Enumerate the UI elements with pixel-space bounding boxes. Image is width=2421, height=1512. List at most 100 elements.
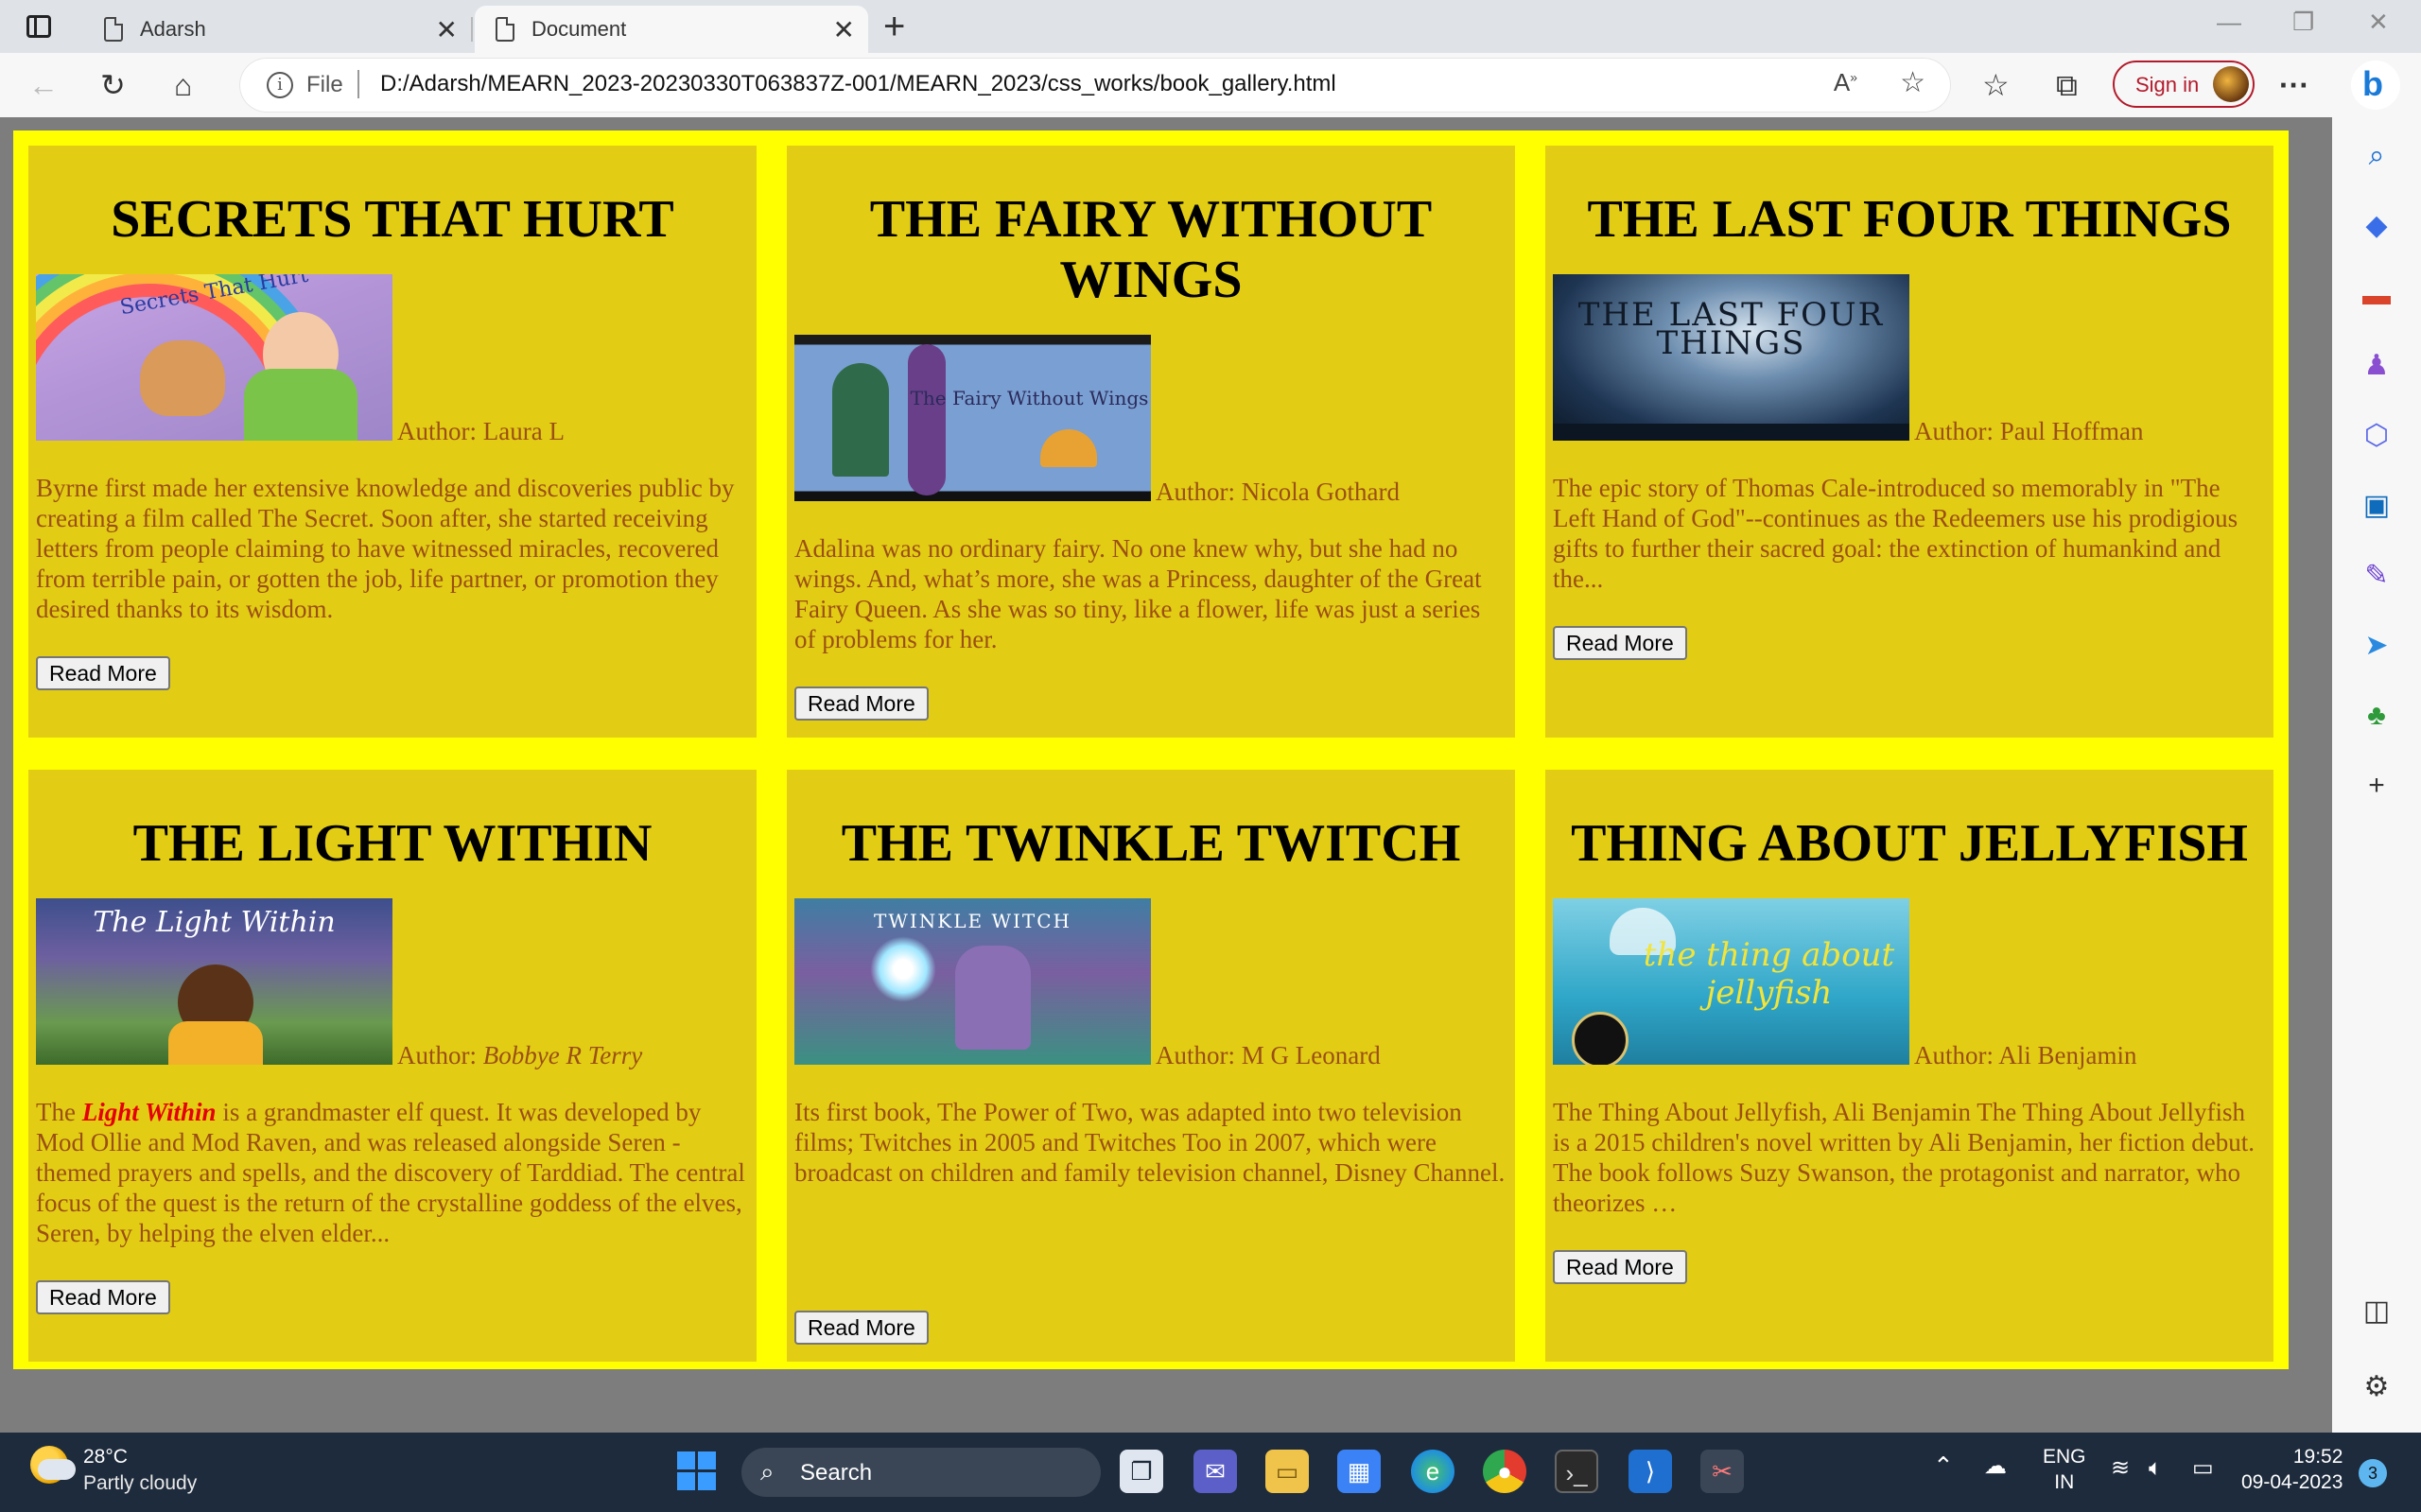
tab-actions-icon[interactable] (26, 15, 51, 38)
book-author: Author: Laura L (397, 417, 565, 445)
cover-title: the thing about jellyfish (1643, 936, 1895, 1012)
book-cover-image: TWINKLE WITCH (794, 898, 1151, 1065)
settings-icon[interactable]: ⚙ (2353, 1364, 2400, 1411)
task-view-icon[interactable]: ❐ (1120, 1450, 1163, 1493)
store-icon[interactable]: ▦ (1337, 1450, 1381, 1493)
book-cover-image: Secrets That Hurt (36, 274, 392, 441)
book-description: The epic story of Thomas Cale-introduced… (1553, 474, 2238, 593)
browser-toolbar: ← ↻ ⌂ i File D:/Adarsh/MEARN_2023-202303… (0, 53, 2421, 117)
tab-divider (471, 17, 473, 42)
language-indicator[interactable]: ENG IN (2043, 1444, 2086, 1495)
book-description: Adalina was no ordinary fairy. No one kn… (794, 534, 1482, 653)
book-author: Author: Ali Benjamin (1914, 1041, 2137, 1069)
cover-title: TWINKLE WITCH (873, 910, 1072, 932)
book-card: THE FAIRY WITHOUT WINGS The Fairy Withou… (787, 146, 1515, 738)
cover-title: The Fairy Without Wings (910, 387, 1149, 409)
more-menu-icon[interactable]: ··· (2279, 66, 2309, 104)
book-title: THING ABOUT JELLYFISH (1571, 814, 2248, 873)
favorites-icon[interactable]: ☆ (1982, 66, 2010, 104)
file-explorer-icon[interactable]: ▭ (1265, 1450, 1309, 1493)
read-more-button[interactable]: Read More (794, 1311, 929, 1345)
home-icon[interactable]: ⌂ (174, 66, 192, 104)
new-tab-icon[interactable]: + (883, 6, 905, 48)
weather-condition[interactable]: Partly cloudy (83, 1472, 197, 1495)
address-bar[interactable]: i File D:/Adarsh/MEARN_2023-20230330T063… (240, 59, 1950, 112)
book-cover-image: The Light Within (36, 898, 392, 1065)
back-icon[interactable]: ← (28, 66, 59, 104)
wifi-icon[interactable]: ≋ (2111, 1455, 2130, 1481)
read-more-button[interactable]: Read More (36, 1280, 170, 1314)
tab-strip: Adarsh ✕ Document ✕ + — ❐ ✕ (0, 0, 2421, 53)
start-icon[interactable] (677, 1451, 717, 1491)
book-cover-image: THE LAST FOUR THINGS (1553, 274, 1909, 441)
close-tab-icon[interactable]: ✕ (436, 14, 458, 45)
close-tab-icon[interactable]: ✕ (833, 14, 855, 45)
tab-label: Document (531, 17, 627, 41)
shirt-art (244, 369, 357, 441)
sign-in-label: Sign in (2135, 73, 2200, 96)
tab-document[interactable]: Document ✕ (475, 6, 868, 53)
book-title: THE FAIRY WITHOUT WINGS (869, 190, 1433, 309)
tree-icon[interactable]: ♣ (2353, 692, 2400, 739)
taskbar-search[interactable]: ⌕ Search (741, 1448, 1101, 1497)
add-favorite-icon[interactable]: ☆ (1900, 66, 1925, 99)
chat-icon[interactable]: ✉ (1193, 1450, 1237, 1493)
highlighted-title: Light Within (81, 1098, 217, 1126)
witch-art (955, 946, 1031, 1050)
notification-badge[interactable]: 3 (2359, 1459, 2387, 1487)
onedrive-icon[interactable]: ☁ (1984, 1453, 2007, 1479)
search-icon: ⌕ (760, 1457, 775, 1486)
snipping-tool-icon[interactable]: ✂ (1700, 1450, 1744, 1493)
volume-icon[interactable]: 🔈︎ (2149, 1455, 2162, 1481)
games-icon[interactable]: ♟ (2353, 342, 2400, 390)
sign-in-button[interactable]: Sign in (2113, 61, 2255, 108)
read-more-button[interactable]: Read More (1553, 626, 1687, 660)
book-description: Its first book, The Power of Two, was ad… (794, 1098, 1506, 1187)
clock-date: 09-04-2023 (2241, 1471, 2343, 1493)
vscode-icon[interactable]: ⟩ (1629, 1450, 1672, 1493)
search-icon[interactable]: ⌕ (2353, 132, 2400, 180)
tools-icon[interactable]: ▬ (2353, 272, 2400, 320)
book-description: Byrne first made her extensive knowledge… (36, 474, 735, 623)
read-more-button[interactable]: Read More (794, 686, 929, 721)
read-more-button[interactable]: Read More (36, 656, 170, 690)
edge-icon[interactable]: e (1411, 1450, 1454, 1493)
designer-icon[interactable]: ✎ (2353, 552, 2400, 600)
tree-art (908, 344, 946, 495)
restore-icon[interactable]: ❐ (2292, 8, 2314, 37)
collections-icon[interactable]: ⧉ (2056, 66, 2078, 104)
book-card: SECRETS THAT HURT Secrets That Hurt Auth… (28, 146, 757, 738)
book-cover-image: The Fairy Without Wings (794, 335, 1151, 501)
minimize-icon[interactable]: — (2217, 8, 2241, 37)
search-label: Search (800, 1460, 873, 1486)
book-card: THE LAST FOUR THINGS THE LAST FOUR THING… (1545, 146, 2273, 738)
dog-art (140, 340, 225, 416)
url-text[interactable]: D:/Adarsh/MEARN_2023-20230330T063837Z-00… (380, 71, 1336, 97)
hide-sidebar-icon[interactable]: ◫ (2353, 1288, 2400, 1335)
weather-temperature[interactable]: 28°C (83, 1446, 128, 1469)
shopping-tag-icon[interactable]: ◆ (2353, 202, 2400, 250)
chrome-icon[interactable]: ● (1483, 1450, 1526, 1493)
bing-copilot-icon[interactable]: b (2351, 61, 2400, 110)
info-icon[interactable]: i (267, 72, 293, 98)
site-info-label: File (306, 72, 343, 97)
book-description: The Light Within is a grandmaster elf qu… (36, 1098, 745, 1247)
microsoft-365-icon[interactable]: ⬡ (2353, 412, 2400, 460)
address-divider (357, 70, 359, 98)
read-aloud-icon[interactable]: A» (1834, 68, 1857, 97)
battery-icon[interactable]: ▭ (2192, 1455, 2214, 1481)
add-sidebar-app-icon[interactable]: + (2353, 762, 2400, 809)
show-hidden-icons-icon[interactable]: ⌃ (1933, 1453, 1954, 1479)
clock[interactable]: 19:52 09-04-2023 (2241, 1444, 2343, 1495)
child-shirt-art (168, 1021, 263, 1065)
avatar (2213, 66, 2249, 102)
book-gallery: SECRETS THAT HURT Secrets That Hurt Auth… (13, 130, 2289, 1369)
refresh-icon[interactable]: ↻ (100, 66, 126, 104)
terminal-icon[interactable]: ›_ (1555, 1450, 1598, 1493)
read-more-button[interactable]: Read More (1553, 1250, 1687, 1284)
outlook-icon[interactable]: ▣ (2353, 482, 2400, 530)
book-title: THE LAST FOUR THINGS (1587, 190, 2232, 249)
tab-adarsh[interactable]: Adarsh ✕ (83, 6, 471, 53)
send-icon[interactable]: ➤ (2353, 622, 2400, 669)
close-window-icon[interactable]: ✕ (2368, 8, 2389, 37)
